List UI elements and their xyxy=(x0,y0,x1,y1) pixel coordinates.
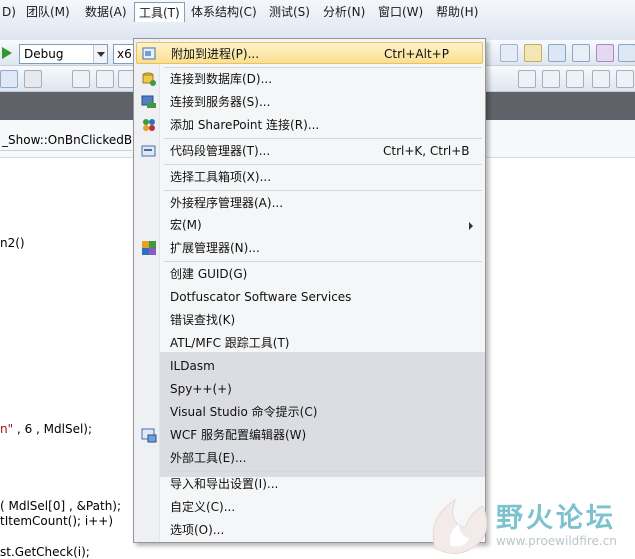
menu-item-label: Spy++(+) xyxy=(170,382,232,396)
code-line: st.GetCheck(i); xyxy=(0,545,90,559)
menu-item-label: 外部工具(E)... xyxy=(170,451,247,465)
menu-help[interactable]: 帮助(H) xyxy=(432,2,482,22)
menu-item-label: 宏(M) xyxy=(170,218,202,232)
menu-separator xyxy=(164,138,482,139)
sharepoint-icon xyxy=(141,117,157,133)
comment-icon[interactable] xyxy=(72,70,90,88)
menu-separator xyxy=(164,471,482,472)
menu-item-label: ATL/MFC 跟踪工具(T) xyxy=(170,336,290,350)
code-text: , 6 , MdlSel); xyxy=(13,422,93,436)
menu-item-label: 自定义(C)... xyxy=(170,500,236,514)
menu-item-label: 错误查找(K) xyxy=(170,313,236,327)
space-across-icon[interactable] xyxy=(592,70,610,88)
menu-item-external-tools[interactable]: 外部工具(E)... xyxy=(136,447,483,469)
menu-item-label: 代码段管理器(T)... xyxy=(170,144,271,158)
extension-manager-icon xyxy=(141,240,157,256)
menu-item-wcf-config-editor[interactable]: WCF 服务配置编辑器(W) xyxy=(136,424,483,446)
server-icon xyxy=(141,94,157,110)
start-debug-icon[interactable] xyxy=(0,44,18,62)
menu-item-code-snippets[interactable]: 代码段管理器(T)... Ctrl+K, Ctrl+B xyxy=(136,140,483,162)
menu-team[interactable]: 团队(M) xyxy=(22,2,74,22)
code-line: ( MdlSel[0] , &Path); xyxy=(0,499,122,513)
solution-config-value: Debug xyxy=(24,47,64,61)
menu-data[interactable]: 数据(A) xyxy=(81,2,131,22)
menu-item-vs-command-prompt[interactable]: Visual Studio 命令提示(C) xyxy=(136,401,483,423)
menu-item-ildasm[interactable]: ILDasm xyxy=(136,355,483,377)
menu-separator xyxy=(164,261,482,262)
menu-item-atl-mfc-trace[interactable]: ATL/MFC 跟踪工具(T) xyxy=(136,332,483,354)
menu-item-label: 连接到服务器(S)... xyxy=(170,95,271,109)
menu-item-shortcut: Ctrl+Alt+P xyxy=(384,47,449,61)
align-bottom-icon[interactable] xyxy=(566,70,584,88)
space-down-icon[interactable] xyxy=(616,70,634,88)
menu-test[interactable]: 测试(S) xyxy=(265,2,314,22)
menu-item-label: 添加 SharePoint 连接(R)... xyxy=(170,118,320,132)
menu-architecture[interactable]: 体系结构(C) xyxy=(187,2,261,22)
menu-separator xyxy=(164,164,482,165)
watermark-text: 野火论坛 xyxy=(496,503,616,534)
database-icon xyxy=(141,71,157,87)
menu-item-label: 扩展管理器(N)... xyxy=(170,241,260,255)
menu-debug[interactable]: D) xyxy=(0,2,20,22)
menu-item-label: Visual Studio 命令提示(C) xyxy=(170,405,318,419)
uncomment-icon[interactable] xyxy=(96,70,114,88)
menu-item-connect-database[interactable]: 连接到数据库(D)... xyxy=(136,68,483,90)
member-dropdown[interactable]: _Show::OnBnClickedBut xyxy=(2,133,144,147)
watermark-url: www.proewildfire.cn xyxy=(496,534,617,548)
nav-divider xyxy=(0,150,132,151)
menu-item-choose-toolbox-items[interactable]: 选择工具箱项(X)... xyxy=(136,166,483,188)
wcf-editor-icon xyxy=(141,427,157,443)
menu-item-label: 连接到数据库(D)... xyxy=(170,72,273,86)
parameter-info-icon[interactable] xyxy=(24,70,42,88)
menu-item-dotfuscator[interactable]: Dotfuscator Software Services xyxy=(136,286,483,308)
menu-item-label: Dotfuscator Software Services xyxy=(170,290,352,304)
menu-item-extension-manager[interactable]: 扩展管理器(N)... xyxy=(136,237,483,259)
menu-tools[interactable]: 工具(T) xyxy=(134,2,185,22)
menu-item-label: 选择工具箱项(X)... xyxy=(170,170,272,184)
menu-item-label: 创建 GUID(G) xyxy=(170,267,248,281)
object-browser-icon[interactable] xyxy=(548,44,566,62)
menu-item-connect-server[interactable]: 连接到服务器(S)... xyxy=(136,91,483,113)
platform-combo[interactable]: x6 xyxy=(113,44,135,64)
menu-item-label: ILDasm xyxy=(170,359,215,373)
menu-item-shortcut: Ctrl+K, Ctrl+B xyxy=(383,144,470,158)
menu-bar: D) 团队(M) 数据(A) 工具(T) 体系结构(C) 测试(S) 分析(N)… xyxy=(0,0,635,40)
solution-explorer-icon[interactable] xyxy=(618,44,635,62)
menu-item-create-guid[interactable]: 创建 GUID(G) xyxy=(136,263,483,285)
submenu-arrow-icon xyxy=(469,222,473,230)
code-string: n" xyxy=(0,422,14,436)
align-center-icon[interactable] xyxy=(542,70,560,88)
platform-value: x6 xyxy=(117,47,132,61)
quick-info-icon[interactable] xyxy=(0,70,18,88)
solution-config-combo[interactable]: Debug xyxy=(19,44,108,64)
menu-separator xyxy=(164,190,482,191)
menu-item-macros[interactable]: 宏(M) xyxy=(136,214,483,236)
align-icon[interactable] xyxy=(518,70,536,88)
menu-item-add-sharepoint[interactable]: 添加 SharePoint 连接(R)... xyxy=(136,114,483,136)
code-line: n" , 6 , MdlSel); xyxy=(0,422,92,436)
menu-item-addin-manager[interactable]: 外接程序管理器(A)... xyxy=(136,192,483,214)
menu-item-attach-to-process[interactable]: 附加到进程(P)... Ctrl+Alt+P xyxy=(136,42,483,64)
chevron-down-icon[interactable] xyxy=(93,45,107,63)
menu-item-error-lookup[interactable]: 错误查找(K) xyxy=(136,309,483,331)
menu-item-label: 外接程序管理器(A)... xyxy=(170,196,284,210)
find-icon[interactable] xyxy=(500,44,518,62)
toolbox-icon[interactable] xyxy=(572,44,590,62)
code-line: tItemCount(); i++) xyxy=(0,514,114,528)
code-snippet-icon xyxy=(141,143,157,159)
properties-icon[interactable] xyxy=(524,44,542,62)
menu-item-label: 选项(O)... xyxy=(170,523,225,537)
menu-analyze[interactable]: 分析(N) xyxy=(319,2,369,22)
attach-process-icon xyxy=(142,46,158,62)
class-view-icon[interactable] xyxy=(596,44,614,62)
menu-window[interactable]: 窗口(W) xyxy=(374,2,427,22)
tools-menu: 附加到进程(P)... Ctrl+Alt+P 连接到数据库(D)... 连接到服… xyxy=(133,38,486,543)
code-line: n2() xyxy=(0,236,25,250)
menu-item-spy[interactable]: Spy++(+) xyxy=(136,378,483,400)
menu-item-label: 导入和导出设置(I)... xyxy=(170,477,279,491)
menu-item-label: 附加到进程(P)... xyxy=(171,47,260,61)
menu-item-label: WCF 服务配置编辑器(W) xyxy=(170,428,307,442)
